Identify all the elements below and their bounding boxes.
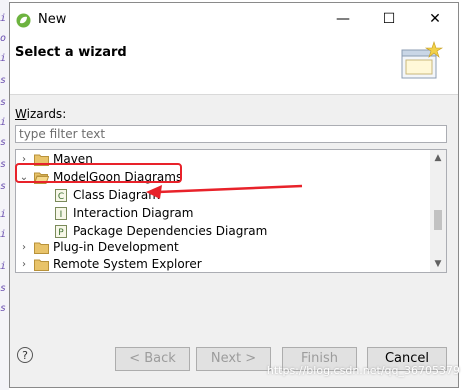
tree-item-label: Plug-in Development bbox=[53, 240, 179, 254]
window-title: New bbox=[38, 12, 67, 27]
scroll-thumb[interactable] bbox=[434, 210, 442, 230]
folder-icon bbox=[34, 242, 49, 254]
background-editor-strip: ioi ssi sss iii ss bbox=[0, 0, 9, 390]
highlight-annotation-box bbox=[15, 163, 182, 183]
filter-input[interactable] bbox=[15, 125, 447, 143]
minimize-button[interactable]: — bbox=[320, 3, 366, 36]
page-title: Select a wizard bbox=[15, 45, 127, 60]
close-button[interactable]: ✕ bbox=[412, 3, 458, 36]
maximize-button[interactable]: ☐ bbox=[366, 3, 412, 36]
tree-item-label: Class Diagram bbox=[73, 188, 160, 202]
chevron-right-icon[interactable]: › bbox=[19, 256, 29, 272]
class-diagram-icon: C bbox=[55, 189, 67, 202]
title-bar: New — ☐ ✕ bbox=[10, 3, 458, 36]
folder-icon bbox=[34, 259, 49, 271]
new-wizard-dialog: New — ☐ ✕ Select a wizard Wizards: › Mav… bbox=[9, 2, 459, 388]
new-wizard-banner-icon bbox=[401, 41, 444, 79]
tree-item-label: Interaction Diagram bbox=[73, 206, 194, 220]
help-button[interactable]: ? bbox=[17, 347, 33, 363]
spring-leaf-icon bbox=[16, 13, 31, 28]
tree-item-label: Package Dependencies Diagram bbox=[73, 224, 268, 238]
svg-text:P: P bbox=[58, 228, 64, 238]
watermark-text: https://blog.csdn.net/qq_36705379 bbox=[266, 364, 460, 377]
package-diagram-icon: P bbox=[55, 225, 67, 238]
back-button[interactable]: < Back bbox=[115, 347, 190, 371]
scroll-down-arrow-icon[interactable]: ▼ bbox=[430, 256, 446, 272]
wizard-header: Select a wizard bbox=[10, 36, 458, 95]
next-button[interactable]: Next > bbox=[196, 347, 271, 371]
tree-scrollbar[interactable]: ▲ ▼ bbox=[430, 150, 446, 272]
interaction-diagram-icon: I bbox=[55, 207, 67, 220]
svg-text:C: C bbox=[58, 192, 64, 202]
wizards-label: Wizards: bbox=[15, 107, 67, 121]
chevron-right-icon[interactable]: › bbox=[19, 239, 29, 256]
svg-text:I: I bbox=[60, 210, 63, 220]
tree-item-label: Remote System Explorer bbox=[53, 257, 202, 271]
scroll-up-arrow-icon[interactable]: ▲ bbox=[430, 150, 446, 166]
